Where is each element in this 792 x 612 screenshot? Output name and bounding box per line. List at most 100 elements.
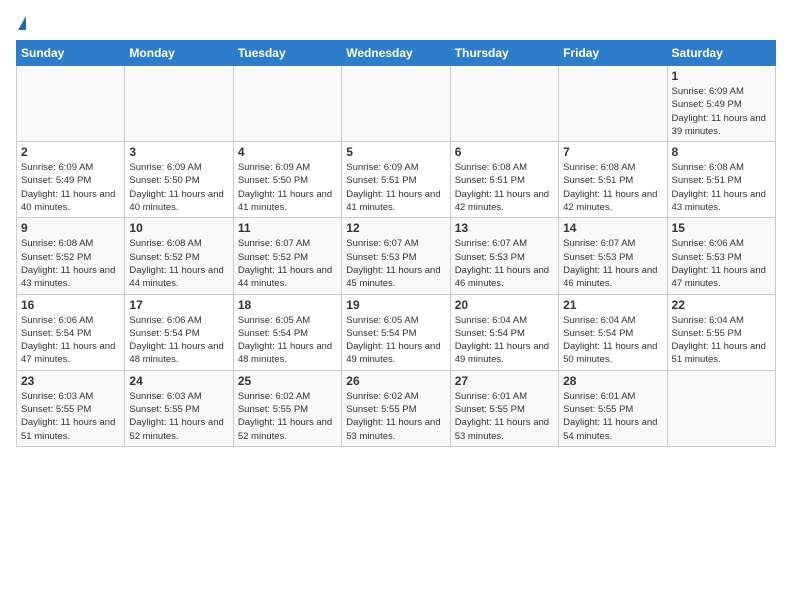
calendar-day-cell: 4 Sunrise: 6:09 AM Sunset: 5:50 PM Daylig… (233, 142, 341, 218)
calendar-day-cell: 27 Sunrise: 6:01 AM Sunset: 5:55 PM Dayli… (450, 370, 558, 446)
day-number: 3 (129, 145, 228, 159)
day-info-text: Sunrise: 6:06 AM Sunset: 5:54 PM Dayligh… (21, 314, 120, 367)
calendar-day-header: Saturday (667, 41, 775, 66)
day-number: 23 (21, 374, 120, 388)
day-info-text: Sunrise: 6:04 AM Sunset: 5:54 PM Dayligh… (563, 314, 662, 367)
calendar-day-header: Thursday (450, 41, 558, 66)
calendar-day-cell: 12 Sunrise: 6:07 AM Sunset: 5:53 PM Dayli… (342, 218, 450, 294)
day-info-text: Sunrise: 6:03 AM Sunset: 5:55 PM Dayligh… (129, 390, 228, 443)
calendar-header-row: SundayMondayTuesdayWednesdayThursdayFrid… (17, 41, 776, 66)
calendar-day-cell: 3 Sunrise: 6:09 AM Sunset: 5:50 PM Daylig… (125, 142, 233, 218)
day-info-text: Sunrise: 6:08 AM Sunset: 5:52 PM Dayligh… (21, 237, 120, 290)
day-info-text: Sunrise: 6:04 AM Sunset: 5:55 PM Dayligh… (672, 314, 771, 367)
day-info-text: Sunrise: 6:08 AM Sunset: 5:51 PM Dayligh… (455, 161, 554, 214)
day-number: 8 (672, 145, 771, 159)
day-number: 2 (21, 145, 120, 159)
calendar-day-header: Wednesday (342, 41, 450, 66)
day-number: 7 (563, 145, 662, 159)
day-info-text: Sunrise: 6:09 AM Sunset: 5:51 PM Dayligh… (346, 161, 445, 214)
day-number: 22 (672, 298, 771, 312)
calendar-day-cell: 18 Sunrise: 6:05 AM Sunset: 5:54 PM Dayli… (233, 294, 341, 370)
day-info-text: Sunrise: 6:04 AM Sunset: 5:54 PM Dayligh… (455, 314, 554, 367)
calendar-day-cell: 23Sunrise: 6:03 AM Sunset: 5:55 PM Dayli… (17, 370, 125, 446)
calendar-week-row: 16 Sunrise: 6:06 AM Sunset: 5:54 PM Dayli… (17, 294, 776, 370)
day-number: 26 (346, 374, 445, 388)
day-number: 24 (129, 374, 228, 388)
day-number: 15 (672, 221, 771, 235)
calendar-day-header: Monday (125, 41, 233, 66)
calendar-day-cell: 24 Sunrise: 6:03 AM Sunset: 5:55 PM Dayli… (125, 370, 233, 446)
calendar-day-header: Sunday (17, 41, 125, 66)
calendar-table: SundayMondayTuesdayWednesdayThursdayFrid… (16, 40, 776, 447)
day-number: 19 (346, 298, 445, 312)
calendar-day-cell: 13 Sunrise: 6:07 AM Sunset: 5:53 PM Dayli… (450, 218, 558, 294)
calendar-day-cell: 11 Sunrise: 6:07 AM Sunset: 5:52 PM Dayli… (233, 218, 341, 294)
calendar-day-cell: 21 Sunrise: 6:04 AM Sunset: 5:54 PM Dayli… (559, 294, 667, 370)
day-info-text: Sunrise: 6:05 AM Sunset: 5:54 PM Dayligh… (346, 314, 445, 367)
calendar-day-cell (342, 66, 450, 142)
day-number: 9 (21, 221, 120, 235)
day-info-text: Sunrise: 6:08 AM Sunset: 5:52 PM Dayligh… (129, 237, 228, 290)
calendar-day-cell: 15 Sunrise: 6:06 AM Sunset: 5:53 PM Dayli… (667, 218, 775, 294)
calendar-day-cell: 10 Sunrise: 6:08 AM Sunset: 5:52 PM Dayli… (125, 218, 233, 294)
day-number: 4 (238, 145, 337, 159)
day-info-text: Sunrise: 6:01 AM Sunset: 5:55 PM Dayligh… (455, 390, 554, 443)
calendar-day-header: Tuesday (233, 41, 341, 66)
calendar-day-cell (667, 370, 775, 446)
day-number: 13 (455, 221, 554, 235)
calendar-day-cell (233, 66, 341, 142)
calendar-day-cell (125, 66, 233, 142)
day-info-text: Sunrise: 6:08 AM Sunset: 5:51 PM Dayligh… (563, 161, 662, 214)
calendar-day-cell (17, 66, 125, 142)
day-info-text: Sunrise: 6:07 AM Sunset: 5:53 PM Dayligh… (455, 237, 554, 290)
calendar-day-cell: 7 Sunrise: 6:08 AM Sunset: 5:51 PM Daylig… (559, 142, 667, 218)
day-info-text: Sunrise: 6:08 AM Sunset: 5:51 PM Dayligh… (672, 161, 771, 214)
day-info-text: Sunrise: 6:01 AM Sunset: 5:55 PM Dayligh… (563, 390, 662, 443)
logo-triangle-icon (18, 16, 26, 30)
calendar-week-row: 23 Sunrise: 6:03 AM Sunset: 5:55 PM Dayli… (17, 370, 776, 446)
calendar-day-cell: 16 Sunrise: 6:06 AM Sunset: 5:54 PM Dayli… (17, 294, 125, 370)
day-info-text: Sunrise: 6:07 AM Sunset: 5:53 PM Dayligh… (346, 237, 445, 290)
calendar-day-cell: 1 Sunrise: 6:09 AM Sunset: 5:49 PM Daylig… (667, 66, 775, 142)
day-number: 5 (346, 145, 445, 159)
calendar-day-cell: 9 Sunrise: 6:08 AM Sunset: 5:52 PM Daylig… (17, 218, 125, 294)
day-number: 18 (238, 298, 337, 312)
day-info-text: Sunrise: 6:07 AM Sunset: 5:52 PM Dayligh… (238, 237, 337, 290)
day-number: 25 (238, 374, 337, 388)
day-number: 10 (129, 221, 228, 235)
calendar-day-cell: 5 Sunrise: 6:09 AM Sunset: 5:51 PM Daylig… (342, 142, 450, 218)
day-number: 11 (238, 221, 337, 235)
day-number: 28 (563, 374, 662, 388)
calendar-week-row: 9 Sunrise: 6:08 AM Sunset: 5:52 PM Daylig… (17, 218, 776, 294)
calendar-day-cell: 25Sunrise: 6:02 AM Sunset: 5:55 PM Dayli… (233, 370, 341, 446)
day-info-text: Sunrise: 6:06 AM Sunset: 5:53 PM Dayligh… (672, 237, 771, 290)
page-header (16, 16, 776, 32)
calendar-day-cell (559, 66, 667, 142)
calendar-day-cell: 2 Sunrise: 6:09 AM Sunset: 5:49 PM Daylig… (17, 142, 125, 218)
day-info-text: Sunrise: 6:09 AM Sunset: 5:49 PM Dayligh… (21, 161, 120, 214)
day-info-text: Sunrise: 6:02 AM Sunset: 5:55 PM Dayligh… (346, 390, 445, 443)
day-info-text: Sunrise: 6:09 AM Sunset: 5:50 PM Dayligh… (129, 161, 228, 214)
calendar-day-cell: 26 Sunrise: 6:02 AM Sunset: 5:55 PM Dayli… (342, 370, 450, 446)
day-number: 27 (455, 374, 554, 388)
day-number: 6 (455, 145, 554, 159)
day-info-text: Sunrise: 6:06 AM Sunset: 5:54 PM Dayligh… (129, 314, 228, 367)
day-number: 16 (21, 298, 120, 312)
day-number: 1 (672, 69, 771, 83)
day-info-text: Sunrise: 6:05 AM Sunset: 5:54 PM Dayligh… (238, 314, 337, 367)
day-number: 21 (563, 298, 662, 312)
day-info-text: Sunrise: 6:09 AM Sunset: 5:50 PM Dayligh… (238, 161, 337, 214)
day-info-text: Sunrise: 6:09 AM Sunset: 5:49 PM Dayligh… (672, 85, 771, 138)
calendar-day-cell: 22 Sunrise: 6:04 AM Sunset: 5:55 PM Dayli… (667, 294, 775, 370)
calendar-day-cell: 28 Sunrise: 6:01 AM Sunset: 5:55 PM Dayli… (559, 370, 667, 446)
day-number: 20 (455, 298, 554, 312)
day-info-text: Sunrise: 6:07 AM Sunset: 5:53 PM Dayligh… (563, 237, 662, 290)
calendar-day-cell: 6 Sunrise: 6:08 AM Sunset: 5:51 PM Daylig… (450, 142, 558, 218)
calendar-day-cell: 17Sunrise: 6:06 AM Sunset: 5:54 PM Dayli… (125, 294, 233, 370)
calendar-week-row: 2 Sunrise: 6:09 AM Sunset: 5:49 PM Daylig… (17, 142, 776, 218)
day-number: 12 (346, 221, 445, 235)
calendar-day-cell (450, 66, 558, 142)
calendar-day-cell: 14Sunrise: 6:07 AM Sunset: 5:53 PM Dayli… (559, 218, 667, 294)
calendar-day-cell: 20 Sunrise: 6:04 AM Sunset: 5:54 PM Dayli… (450, 294, 558, 370)
logo (16, 16, 26, 32)
